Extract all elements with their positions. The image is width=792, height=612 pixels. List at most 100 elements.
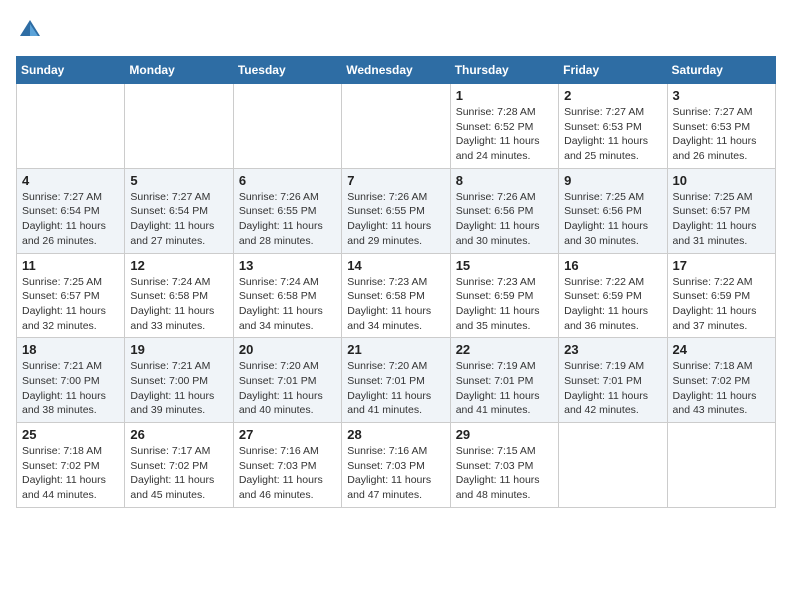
day-info: Sunrise: 7:25 AMSunset: 6:57 PMDaylight:… [673, 190, 770, 249]
day-info: Sunrise: 7:24 AMSunset: 6:58 PMDaylight:… [239, 275, 336, 334]
calendar-cell: 27 Sunrise: 7:16 AMSunset: 7:03 PMDayligh… [233, 423, 341, 508]
calendar-week-5: 25 Sunrise: 7:18 AMSunset: 7:02 PMDayligh… [17, 423, 776, 508]
logo-icon [16, 16, 44, 44]
day-number: 20 [239, 342, 336, 357]
day-number: 14 [347, 258, 444, 273]
day-number: 25 [22, 427, 119, 442]
day-info: Sunrise: 7:27 AMSunset: 6:54 PMDaylight:… [22, 190, 119, 249]
calendar-cell: 19 Sunrise: 7:21 AMSunset: 7:00 PMDayligh… [125, 338, 233, 423]
day-info: Sunrise: 7:27 AMSunset: 6:53 PMDaylight:… [673, 105, 770, 164]
calendar-week-2: 4 Sunrise: 7:27 AMSunset: 6:54 PMDaylight… [17, 168, 776, 253]
logo [16, 16, 48, 44]
day-number: 4 [22, 173, 119, 188]
calendar-cell: 10 Sunrise: 7:25 AMSunset: 6:57 PMDayligh… [667, 168, 775, 253]
calendar-cell: 4 Sunrise: 7:27 AMSunset: 6:54 PMDaylight… [17, 168, 125, 253]
day-info: Sunrise: 7:24 AMSunset: 6:58 PMDaylight:… [130, 275, 227, 334]
day-info: Sunrise: 7:26 AMSunset: 6:55 PMDaylight:… [347, 190, 444, 249]
calendar-cell: 24Sunrise: 7:18 AMSunset: 7:02 PMDayligh… [667, 338, 775, 423]
calendar-header-row: SundayMondayTuesdayWednesdayThursdayFrid… [17, 57, 776, 84]
column-header-monday: Monday [125, 57, 233, 84]
day-number: 3 [673, 88, 770, 103]
day-number: 2 [564, 88, 661, 103]
day-number: 22 [456, 342, 553, 357]
day-info: Sunrise: 7:26 AMSunset: 6:55 PMDaylight:… [239, 190, 336, 249]
calendar-cell [342, 84, 450, 169]
day-info: Sunrise: 7:16 AMSunset: 7:03 PMDaylight:… [347, 444, 444, 503]
calendar-cell [125, 84, 233, 169]
day-info: Sunrise: 7:27 AMSunset: 6:54 PMDaylight:… [130, 190, 227, 249]
day-number: 18 [22, 342, 119, 357]
day-info: Sunrise: 7:23 AMSunset: 6:59 PMDaylight:… [456, 275, 553, 334]
day-info: Sunrise: 7:21 AMSunset: 7:00 PMDaylight:… [22, 359, 119, 418]
calendar-cell: 16 Sunrise: 7:22 AMSunset: 6:59 PMDayligh… [559, 253, 667, 338]
calendar-week-4: 18 Sunrise: 7:21 AMSunset: 7:00 PMDayligh… [17, 338, 776, 423]
calendar-cell: 20 Sunrise: 7:20 AMSunset: 7:01 PMDayligh… [233, 338, 341, 423]
calendar-cell: 25 Sunrise: 7:18 AMSunset: 7:02 PMDayligh… [17, 423, 125, 508]
day-info: Sunrise: 7:15 AMSunset: 7:03 PMDaylight:… [456, 444, 553, 503]
day-number: 13 [239, 258, 336, 273]
calendar-cell [667, 423, 775, 508]
day-number: 10 [673, 173, 770, 188]
day-number: 9 [564, 173, 661, 188]
calendar-cell: 6 Sunrise: 7:26 AMSunset: 6:55 PMDaylight… [233, 168, 341, 253]
day-number: 11 [22, 258, 119, 273]
day-number: 1 [456, 88, 553, 103]
day-info: Sunrise: 7:19 AMSunset: 7:01 PMDaylight:… [564, 359, 661, 418]
page-header [16, 16, 776, 44]
day-number: 5 [130, 173, 227, 188]
day-info: Sunrise: 7:20 AMSunset: 7:01 PMDaylight:… [239, 359, 336, 418]
day-number: 19 [130, 342, 227, 357]
column-header-sunday: Sunday [17, 57, 125, 84]
day-info: Sunrise: 7:21 AMSunset: 7:00 PMDaylight:… [130, 359, 227, 418]
day-number: 7 [347, 173, 444, 188]
calendar-cell: 8 Sunrise: 7:26 AMSunset: 6:56 PMDaylight… [450, 168, 558, 253]
day-number: 16 [564, 258, 661, 273]
calendar-cell: 15 Sunrise: 7:23 AMSunset: 6:59 PMDayligh… [450, 253, 558, 338]
day-info: Sunrise: 7:25 AMSunset: 6:56 PMDaylight:… [564, 190, 661, 249]
day-info: Sunrise: 7:27 AMSunset: 6:53 PMDaylight:… [564, 105, 661, 164]
day-info: Sunrise: 7:26 AMSunset: 6:56 PMDaylight:… [456, 190, 553, 249]
calendar-table: SundayMondayTuesdayWednesdayThursdayFrid… [16, 56, 776, 508]
calendar-week-1: 1Sunrise: 7:28 AMSunset: 6:52 PMDaylight… [17, 84, 776, 169]
day-number: 29 [456, 427, 553, 442]
calendar-cell: 1Sunrise: 7:28 AMSunset: 6:52 PMDaylight… [450, 84, 558, 169]
calendar-cell [233, 84, 341, 169]
day-info: Sunrise: 7:22 AMSunset: 6:59 PMDaylight:… [564, 275, 661, 334]
calendar-cell: 18 Sunrise: 7:21 AMSunset: 7:00 PMDayligh… [17, 338, 125, 423]
day-number: 8 [456, 173, 553, 188]
day-number: 15 [456, 258, 553, 273]
calendar-cell: 22 Sunrise: 7:19 AMSunset: 7:01 PMDayligh… [450, 338, 558, 423]
column-header-wednesday: Wednesday [342, 57, 450, 84]
calendar-cell: 29 Sunrise: 7:15 AMSunset: 7:03 PMDayligh… [450, 423, 558, 508]
calendar-cell: 5 Sunrise: 7:27 AMSunset: 6:54 PMDaylight… [125, 168, 233, 253]
day-info: Sunrise: 7:16 AMSunset: 7:03 PMDaylight:… [239, 444, 336, 503]
day-info: Sunrise: 7:19 AMSunset: 7:01 PMDaylight:… [456, 359, 553, 418]
day-number: 17 [673, 258, 770, 273]
calendar-cell: 12 Sunrise: 7:24 AMSunset: 6:58 PMDayligh… [125, 253, 233, 338]
day-number: 23 [564, 342, 661, 357]
calendar-cell: 21Sunrise: 7:20 AMSunset: 7:01 PMDayligh… [342, 338, 450, 423]
day-info: Sunrise: 7:18 AMSunset: 7:02 PMDaylight:… [22, 444, 119, 503]
calendar-cell: 28 Sunrise: 7:16 AMSunset: 7:03 PMDayligh… [342, 423, 450, 508]
day-number: 12 [130, 258, 227, 273]
calendar-cell: 2 Sunrise: 7:27 AMSunset: 6:53 PMDaylight… [559, 84, 667, 169]
day-number: 6 [239, 173, 336, 188]
day-number: 26 [130, 427, 227, 442]
calendar-cell: 14 Sunrise: 7:23 AMSunset: 6:58 PMDayligh… [342, 253, 450, 338]
calendar-cell: 9 Sunrise: 7:25 AMSunset: 6:56 PMDaylight… [559, 168, 667, 253]
column-header-tuesday: Tuesday [233, 57, 341, 84]
day-info: Sunrise: 7:23 AMSunset: 6:58 PMDaylight:… [347, 275, 444, 334]
calendar-cell: 11Sunrise: 7:25 AMSunset: 6:57 PMDayligh… [17, 253, 125, 338]
column-header-friday: Friday [559, 57, 667, 84]
column-header-saturday: Saturday [667, 57, 775, 84]
column-header-thursday: Thursday [450, 57, 558, 84]
day-info: Sunrise: 7:18 AMSunset: 7:02 PMDaylight:… [673, 359, 770, 418]
calendar-cell: 3 Sunrise: 7:27 AMSunset: 6:53 PMDaylight… [667, 84, 775, 169]
calendar-cell: 13 Sunrise: 7:24 AMSunset: 6:58 PMDayligh… [233, 253, 341, 338]
day-number: 28 [347, 427, 444, 442]
day-number: 27 [239, 427, 336, 442]
calendar-cell: 23 Sunrise: 7:19 AMSunset: 7:01 PMDayligh… [559, 338, 667, 423]
calendar-cell [559, 423, 667, 508]
calendar-cell: 26 Sunrise: 7:17 AMSunset: 7:02 PMDayligh… [125, 423, 233, 508]
day-info: Sunrise: 7:17 AMSunset: 7:02 PMDaylight:… [130, 444, 227, 503]
